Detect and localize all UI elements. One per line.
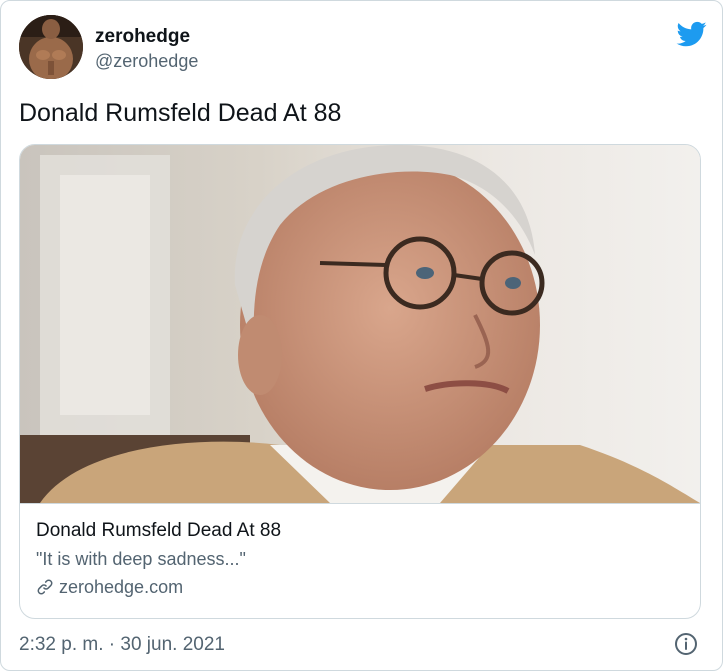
info-icon[interactable] xyxy=(674,632,698,656)
author-display-name[interactable]: zerohedge xyxy=(95,25,198,49)
author-names: zerohedge @zerohedge xyxy=(95,25,198,73)
tweet-embed: zerohedge @zerohedge Donald Rumsfeld Dea… xyxy=(0,0,723,671)
card-domain-row: zerohedge.com xyxy=(36,574,684,600)
tweet-timestamp[interactable]: 2:32 p. m. · 30 jun. 2021 xyxy=(19,633,225,657)
tweet-text: Donald Rumsfeld Dead At 88 xyxy=(19,99,342,127)
link-icon xyxy=(37,579,53,595)
author-handle[interactable]: @zerohedge xyxy=(95,49,198,73)
card-domain: zerohedge.com xyxy=(59,577,184,597)
card-meta[interactable]: Donald Rumsfeld Dead At 88 "It is with d… xyxy=(20,503,700,618)
link-card[interactable]: Donald Rumsfeld Dead At 88 "It is with d… xyxy=(19,144,701,619)
card-description: "It is with deep sadness..." xyxy=(36,549,246,569)
tweet-header: zerohedge @zerohedge xyxy=(19,15,709,83)
avatar-image xyxy=(19,15,83,79)
twitter-bird-icon[interactable] xyxy=(675,19,709,49)
card-title: Donald Rumsfeld Dead At 88 xyxy=(36,520,282,541)
card-image[interactable] xyxy=(20,145,700,503)
avatar[interactable] xyxy=(19,15,83,79)
portrait-photo xyxy=(20,145,700,503)
